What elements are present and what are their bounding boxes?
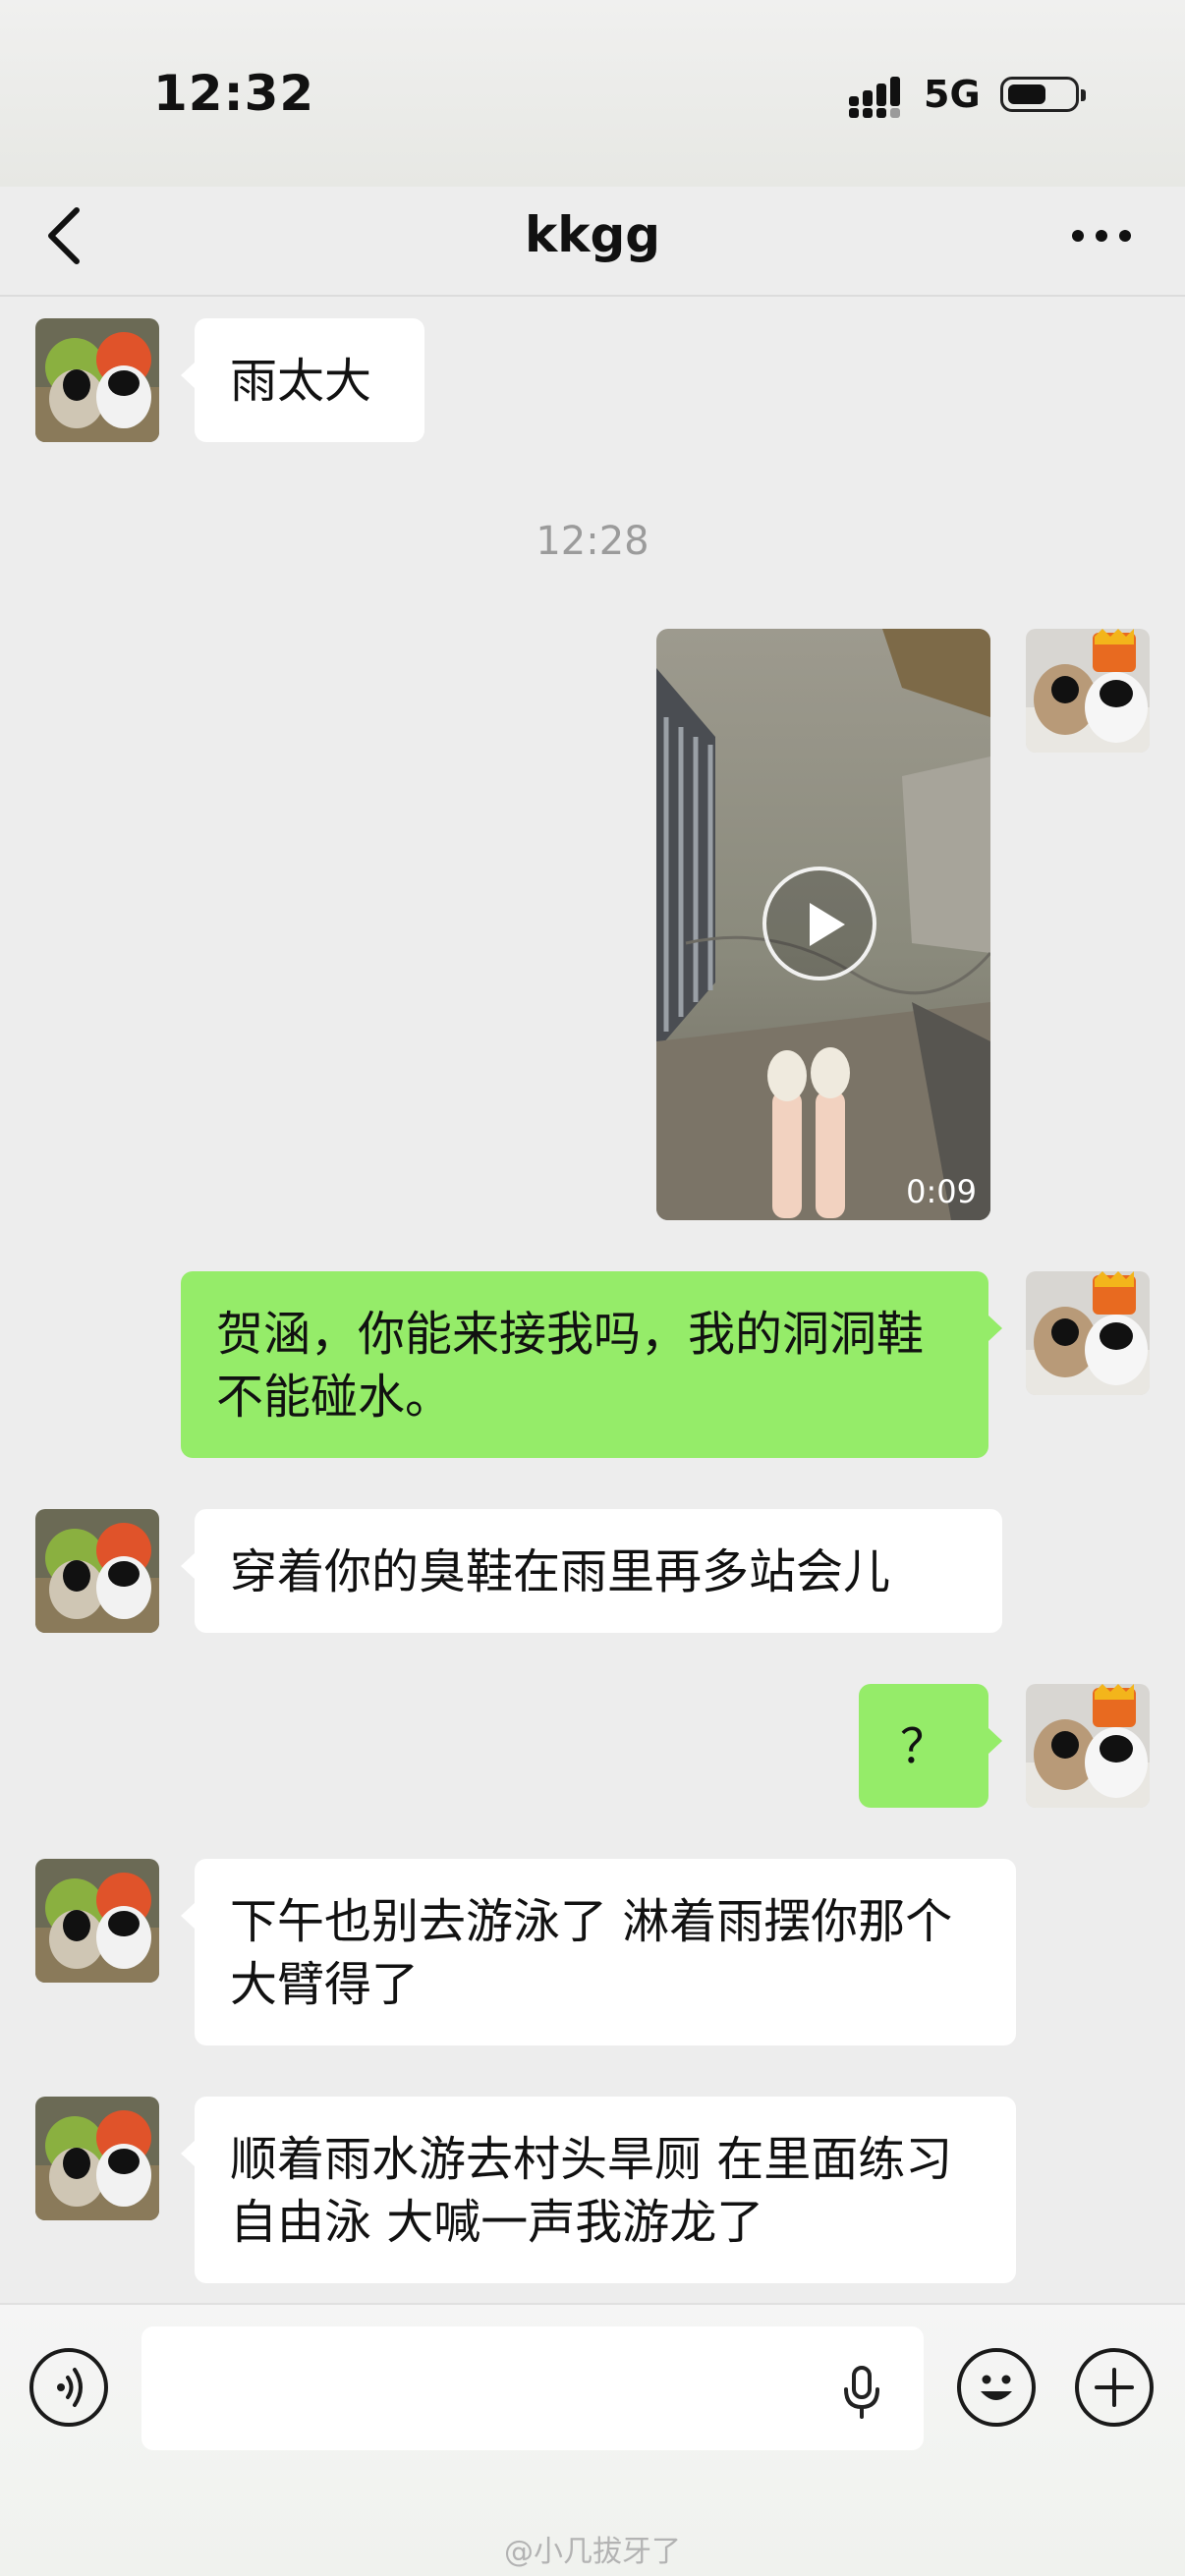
play-icon[interactable] [762, 867, 876, 980]
message-text: 贺涵，你能来接我吗，我的洞洞鞋不能碰水。 [216, 1307, 925, 1425]
status-bar: 12:32 5G [0, 0, 1185, 187]
voice-icon [57, 2368, 83, 2407]
message-bubble-outgoing: ？ [859, 1684, 1002, 1808]
message-bubble-outgoing: 贺涵，你能来接我吗，我的洞洞鞋不能碰水。 [181, 1271, 1002, 1458]
watermark: @小几拔牙了 [504, 2535, 681, 2569]
signal-icon [849, 77, 900, 118]
message-bubble-incoming: 下午也别去游泳了 淋着雨摆你那个大臂得了 [181, 1859, 1016, 2045]
video-message[interactable]: 0:09 [656, 629, 990, 1220]
video-duration: 0:09 [906, 1173, 977, 1210]
message-input[interactable] [141, 2326, 924, 2450]
message-text: 雨太大 [230, 354, 372, 409]
emoji-button[interactable] [957, 2348, 1036, 2427]
message-text: 顺着雨水游去村头旱厕 在里面练习自由泳 大喊一声我游龙了 [230, 2132, 953, 2250]
chat-title: kkgg [524, 206, 661, 263]
header-divider [0, 295, 1185, 297]
input-bar: @小几拔牙了 [0, 2303, 1185, 2576]
message-text: ？ [899, 1719, 947, 1774]
contact-avatar[interactable] [35, 1859, 159, 1983]
message-text: 下午也别去游泳了 淋着雨摆你那个大臂得了 [230, 1894, 953, 2012]
my-avatar[interactable] [1026, 1271, 1150, 1395]
message-text: 穿着你的臭鞋在雨里再多站会儿 [230, 1544, 891, 1599]
emoji-icon [981, 2375, 1012, 2400]
voice-button[interactable] [29, 2348, 108, 2427]
microphone-icon[interactable] [827, 2356, 896, 2425]
more-icon[interactable] [1069, 216, 1134, 255]
my-avatar[interactable] [1026, 629, 1150, 753]
message-bubble-incoming: 顺着雨水游去村头旱厕 在里面练习自由泳 大喊一声我游龙了 [181, 2097, 1016, 2283]
battery-icon [1000, 77, 1086, 112]
message-bubble-incoming: 穿着你的臭鞋在雨里再多站会儿 [181, 1509, 1002, 1633]
chat-header: kkgg [0, 187, 1185, 295]
network-type: 5G [924, 73, 981, 116]
my-avatar[interactable] [1026, 1684, 1150, 1808]
contact-avatar[interactable] [35, 1509, 159, 1633]
plus-icon [1095, 2368, 1134, 2407]
message-timestamp: 12:28 [536, 519, 649, 564]
plus-button[interactable] [1075, 2348, 1154, 2427]
contact-avatar[interactable] [35, 318, 159, 442]
message-bubble-incoming: 雨太大 [181, 318, 424, 442]
contact-avatar[interactable] [35, 2097, 159, 2220]
status-time: 12:32 [153, 65, 315, 122]
